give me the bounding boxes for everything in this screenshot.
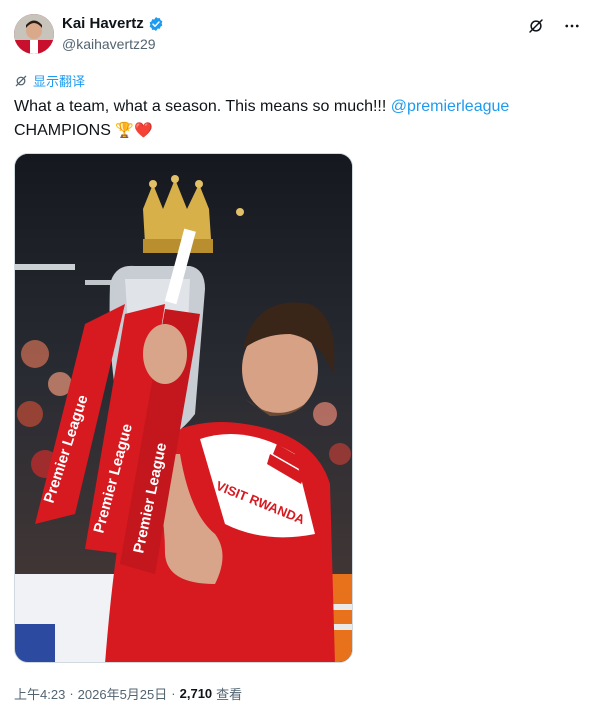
- show-translation-link[interactable]: 显示翻译: [14, 71, 85, 90]
- display-name[interactable]: Kai Havertz: [62, 15, 144, 32]
- tweet-text: What a team, what a season. This means s…: [14, 95, 574, 143]
- user-handle[interactable]: @kaihavertz29: [62, 36, 156, 52]
- tweet-date[interactable]: 2026年5月25日: [78, 684, 168, 703]
- translate-label[interactable]: 显示翻译: [33, 71, 85, 90]
- tweet-meta: 上午4:23 · 2026年5月25日 · 2,710 查看: [14, 684, 242, 703]
- trophy-heart-emoji: 🏆❤️: [115, 122, 153, 139]
- grok-icon[interactable]: [526, 16, 546, 36]
- more-icon[interactable]: [562, 16, 582, 36]
- tweet-text-part1: What a team, what a season. This means s…: [14, 98, 391, 115]
- top-actions: [526, 16, 582, 36]
- views-label: 查看: [216, 687, 243, 702]
- name-row: Kai Havertz: [62, 15, 164, 32]
- tweet-time[interactable]: 上午4:23: [14, 684, 65, 703]
- tweet-header: Kai Havertz @kaihavertz29: [14, 12, 582, 56]
- tweet-text-part2: CHAMPIONS: [14, 122, 116, 139]
- tweet-photo[interactable]: Premier League Premier League Premier Le…: [14, 153, 353, 663]
- verified-badge-icon: [148, 16, 164, 32]
- mention-link[interactable]: @premierleague: [391, 98, 510, 115]
- translate-icon: [14, 74, 28, 88]
- separator: ·: [69, 686, 74, 701]
- views-count: 2,710: [179, 686, 213, 701]
- separator: ·: [171, 686, 176, 701]
- avatar[interactable]: [14, 14, 54, 54]
